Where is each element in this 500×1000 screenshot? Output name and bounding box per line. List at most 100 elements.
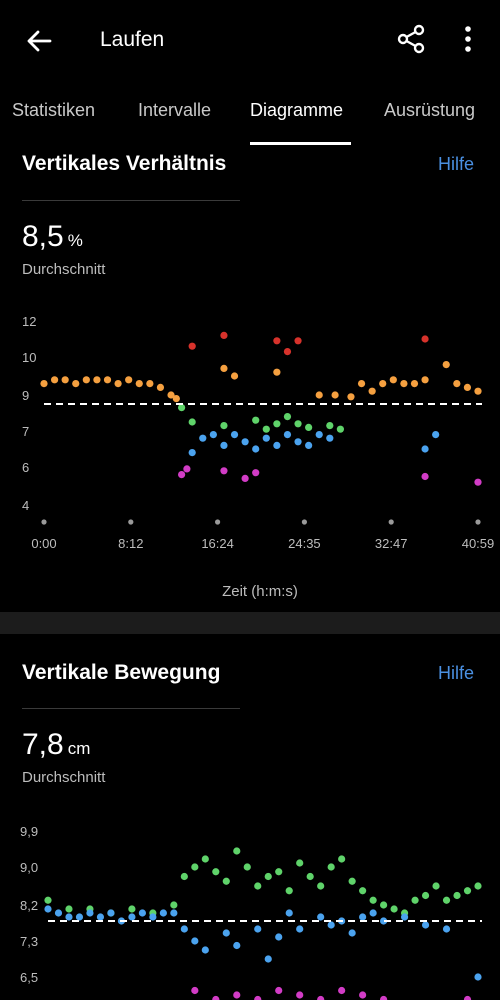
data-point-orange bbox=[230, 372, 239, 380]
x-tick-label: 32:47 bbox=[375, 536, 408, 551]
data-point-orange bbox=[463, 383, 472, 391]
help-link-vertical-oscillation[interactable]: Hilfe bbox=[438, 663, 474, 684]
x-tick-label: 24:35 bbox=[288, 536, 321, 551]
section-title-vertical-oscillation: Vertikale Bewegung bbox=[22, 661, 221, 684]
y-tick-label: 4 bbox=[22, 498, 29, 513]
data-point-green bbox=[390, 905, 398, 913]
data-point-green bbox=[380, 901, 388, 909]
data-point-blue bbox=[188, 449, 196, 457]
data-point-blue bbox=[199, 434, 207, 442]
tab-diagramme[interactable]: Diagramme bbox=[250, 100, 343, 121]
data-point-orange bbox=[61, 376, 69, 384]
data-point-green bbox=[306, 872, 314, 881]
data-point-orange bbox=[82, 376, 90, 384]
unit: % bbox=[67, 231, 83, 250]
data-point-green bbox=[254, 882, 262, 890]
data-point-orange bbox=[453, 380, 461, 388]
data-point-green bbox=[273, 420, 281, 428]
data-point-blue bbox=[96, 913, 105, 921]
data-point-red bbox=[220, 331, 228, 339]
data-point-green bbox=[296, 859, 304, 867]
data-point-magenta bbox=[212, 995, 220, 1000]
data-point-blue bbox=[180, 925, 188, 933]
share-icon[interactable] bbox=[394, 22, 428, 56]
data-point-magenta bbox=[254, 995, 262, 1000]
data-point-blue bbox=[421, 445, 429, 453]
data-point-green bbox=[338, 855, 346, 863]
data-point-red bbox=[283, 348, 292, 356]
data-point-red bbox=[188, 342, 196, 350]
x-tick-dot bbox=[215, 519, 221, 525]
page-title: Laufen bbox=[100, 28, 165, 51]
data-point-blue bbox=[400, 913, 409, 921]
data-point-orange bbox=[50, 376, 59, 384]
data-point-blue bbox=[128, 913, 136, 921]
data-point-orange bbox=[125, 376, 133, 384]
data-point-blue bbox=[348, 929, 356, 937]
average-caption: Durchschnitt bbox=[22, 769, 106, 786]
data-point-magenta bbox=[178, 471, 186, 479]
data-point-green bbox=[305, 423, 313, 431]
section-separator bbox=[0, 612, 500, 634]
data-point-blue bbox=[254, 925, 262, 933]
data-point-blue bbox=[317, 913, 325, 921]
data-point-blue bbox=[294, 438, 302, 446]
data-point-blue bbox=[209, 431, 217, 439]
data-point-green bbox=[201, 855, 209, 863]
y-tick-label: 8,2 bbox=[20, 898, 38, 913]
data-point-green bbox=[65, 905, 73, 913]
data-point-green bbox=[421, 891, 430, 900]
data-point-green bbox=[432, 882, 440, 890]
data-point-green bbox=[294, 420, 302, 428]
data-point-blue bbox=[264, 955, 272, 963]
data-point-blue bbox=[222, 929, 230, 937]
data-point-orange bbox=[114, 380, 122, 388]
vertical-oscillation-chart: 9,9 9,0 8,2 7,3 6,5 bbox=[20, 824, 482, 1000]
y-tick-label: 10 bbox=[22, 350, 36, 365]
data-point-orange bbox=[368, 387, 376, 395]
data-point-blue bbox=[191, 937, 199, 945]
top-app-bar: Laufen bbox=[0, 0, 500, 80]
help-link-vertical-ratio[interactable]: Hilfe bbox=[438, 154, 474, 175]
data-point-blue bbox=[44, 905, 52, 913]
unit: cm bbox=[67, 739, 91, 758]
data-point-blue bbox=[442, 925, 451, 933]
data-point-green bbox=[170, 901, 178, 909]
section-title-vertical-ratio: Vertikales Verhältnis bbox=[22, 152, 227, 175]
more-vertical-icon[interactable] bbox=[454, 22, 482, 56]
tab-ausruestung[interactable]: Ausrüstung bbox=[384, 100, 475, 121]
data-point-orange bbox=[135, 380, 143, 388]
data-point-magenta bbox=[233, 991, 241, 999]
data-point-magenta bbox=[380, 995, 388, 1000]
data-point-green bbox=[191, 863, 199, 871]
value: 7,8 bbox=[22, 728, 64, 761]
data-point-magenta bbox=[183, 465, 191, 473]
data-point-blue bbox=[220, 441, 228, 449]
data-point-blue bbox=[159, 909, 167, 917]
data-point-orange bbox=[93, 376, 101, 384]
data-point-blue bbox=[421, 921, 430, 929]
x-tick-dot bbox=[41, 519, 47, 525]
data-point-blue bbox=[75, 913, 84, 921]
arrow-left-icon[interactable] bbox=[22, 24, 56, 58]
data-point-blue bbox=[283, 431, 292, 439]
data-point-orange bbox=[172, 395, 180, 403]
data-point-orange bbox=[389, 376, 397, 384]
data-point-orange bbox=[331, 391, 339, 399]
tab-intervalle[interactable]: Intervalle bbox=[138, 100, 211, 121]
y-tick-label: 6,5 bbox=[20, 970, 38, 985]
tab-statistiken[interactable]: Statistiken bbox=[12, 100, 95, 121]
data-point-blue bbox=[201, 946, 209, 954]
data-point-red bbox=[421, 335, 429, 343]
data-point-magenta bbox=[191, 986, 199, 995]
data-point-magenta bbox=[359, 991, 367, 999]
data-point-blue bbox=[233, 941, 241, 950]
y-tick-label: 7 bbox=[22, 424, 29, 439]
x-tick-dot bbox=[475, 519, 481, 525]
data-point-green bbox=[411, 896, 419, 904]
x-tick-label: 8:12 bbox=[118, 536, 143, 551]
y-tick-label: 9 bbox=[22, 388, 29, 403]
data-point-orange bbox=[72, 380, 80, 388]
data-point-orange bbox=[474, 387, 482, 395]
data-point-blue bbox=[54, 909, 63, 917]
